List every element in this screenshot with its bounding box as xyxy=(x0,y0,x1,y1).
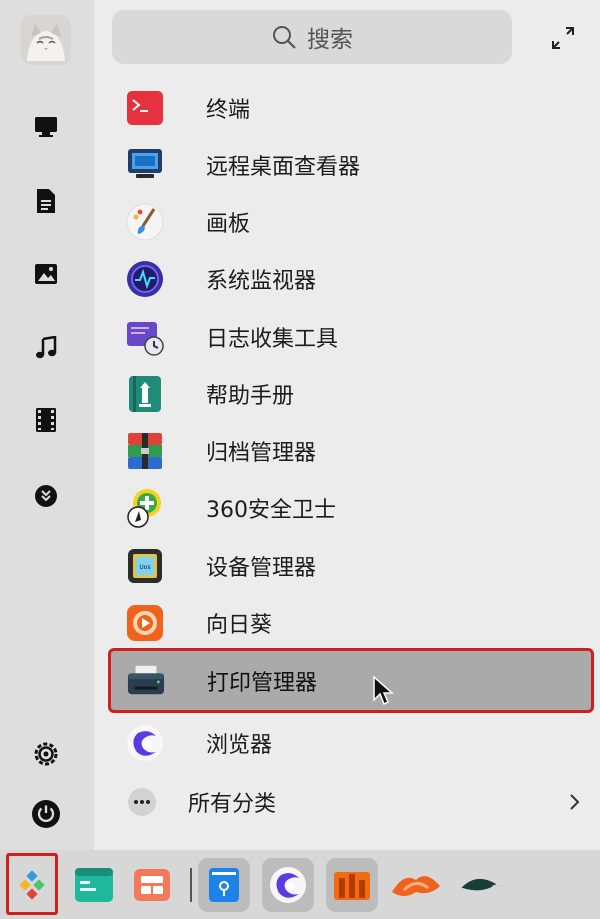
help-manual-icon xyxy=(126,375,164,413)
search-icon xyxy=(273,26,296,49)
sidebar-item-computer[interactable] xyxy=(27,108,65,146)
image-icon xyxy=(35,264,57,284)
gear-icon xyxy=(34,742,58,766)
taskbar-terminal-app[interactable] xyxy=(68,858,120,912)
all-categories-label: 所有分类 xyxy=(188,792,277,817)
app-label: 浏览器 xyxy=(206,732,273,758)
app-label: 远程桌面查看器 xyxy=(206,154,361,180)
taskbar-separator xyxy=(190,868,192,902)
sidebar xyxy=(0,0,94,850)
browser-icon xyxy=(270,867,306,903)
sidebar-item-downloads[interactable] xyxy=(27,477,65,515)
app-label: 终端 xyxy=(206,97,251,123)
taskbar-multitask-view[interactable] xyxy=(126,858,178,912)
app-store-icon xyxy=(334,872,370,900)
app-label: 日志收集工具 xyxy=(206,326,339,352)
music-app-icon xyxy=(392,876,440,896)
taskbar-app-store[interactable] xyxy=(326,858,378,912)
sidebar-item-documents[interactable] xyxy=(27,182,65,220)
terminal-icon xyxy=(126,89,164,127)
power-icon xyxy=(32,800,60,828)
multitask-icon xyxy=(134,869,170,901)
taskbar-tray-app[interactable] xyxy=(458,858,510,912)
taskbar-music-app[interactable] xyxy=(390,858,442,912)
tray-app-icon xyxy=(461,878,509,891)
app-item-sunflower[interactable]: 向日葵 xyxy=(110,594,592,651)
app-label: 设备管理器 xyxy=(206,555,317,581)
sidebar-item-settings[interactable] xyxy=(27,735,65,773)
taskbar-file-manager[interactable] xyxy=(198,858,250,912)
taskbar-browser[interactable] xyxy=(262,858,314,912)
app-item-log-collector[interactable]: 日志收集工具 xyxy=(110,308,592,365)
sidebar-item-videos[interactable] xyxy=(27,401,65,439)
film-icon xyxy=(36,408,56,432)
app-label: 系统监视器 xyxy=(206,268,317,294)
app-item-print-manager[interactable]: 打印管理器 xyxy=(108,648,594,713)
search-placeholder: 搜索 xyxy=(307,27,353,53)
fullscreen-button[interactable] xyxy=(549,24,577,52)
monitor-icon xyxy=(35,117,57,137)
taskbar xyxy=(0,850,600,919)
document-icon xyxy=(37,189,55,213)
app-item-device-manager[interactable]: Uos 设备管理器 xyxy=(110,537,592,594)
terminal-app-icon xyxy=(75,868,113,902)
archive-manager-icon xyxy=(126,432,164,470)
search-input[interactable]: 搜索 xyxy=(112,10,512,64)
cat-avatar-icon xyxy=(21,15,71,65)
printer-icon xyxy=(127,662,165,700)
sidebar-item-music[interactable] xyxy=(27,329,65,367)
app-item-browser[interactable]: 浏览器 xyxy=(110,714,592,771)
mouse-pointer-icon xyxy=(373,676,394,706)
app-item-drawing-board[interactable]: 画板 xyxy=(110,193,592,250)
app-label: 画板 xyxy=(206,211,251,237)
app-item-system-monitor[interactable]: 系统监视器 xyxy=(110,250,592,307)
app-item-360-security[interactable]: 360安全卫士 xyxy=(110,479,592,536)
file-manager-icon xyxy=(209,868,239,902)
svg-text:Uos: Uos xyxy=(139,564,150,571)
360-security-icon xyxy=(126,488,164,528)
sidebar-item-pictures[interactable] xyxy=(27,255,65,293)
more-dots-icon xyxy=(128,788,156,816)
app-label: 帮助手册 xyxy=(206,383,295,409)
app-label: 向日葵 xyxy=(206,612,273,638)
browser-icon xyxy=(126,724,164,762)
app-label: 归档管理器 xyxy=(206,440,317,466)
download-icon xyxy=(35,485,57,507)
all-categories-button[interactable]: 所有分类 xyxy=(110,772,592,832)
launcher-panel: 搜索 终端 远程桌面查看器 画板 系统监视器 日志收集工具 帮助手册 归档管理器… xyxy=(94,0,600,850)
remote-desktop-icon xyxy=(126,146,164,184)
taskbar-launcher[interactable] xyxy=(6,858,58,912)
log-collector-icon xyxy=(126,318,164,356)
system-monitor-icon xyxy=(126,260,164,298)
device-manager-icon: Uos xyxy=(126,547,164,585)
app-item-remote-desktop[interactable]: 远程桌面查看器 xyxy=(110,136,592,193)
paint-brush-icon xyxy=(126,203,164,241)
expand-icon xyxy=(552,27,574,49)
launcher-icon xyxy=(19,870,45,900)
avatar[interactable] xyxy=(21,15,71,65)
sidebar-item-power[interactable] xyxy=(27,795,65,833)
app-label: 360安全卫士 xyxy=(206,497,336,523)
app-item-terminal[interactable]: 终端 xyxy=(110,79,592,136)
app-label: 打印管理器 xyxy=(207,670,318,696)
app-item-help-manual[interactable]: 帮助手册 xyxy=(110,365,592,422)
music-icon xyxy=(36,336,57,359)
chevron-right-icon xyxy=(570,794,580,810)
app-item-archive-manager[interactable]: 归档管理器 xyxy=(110,422,592,479)
sunflower-icon xyxy=(126,604,164,642)
